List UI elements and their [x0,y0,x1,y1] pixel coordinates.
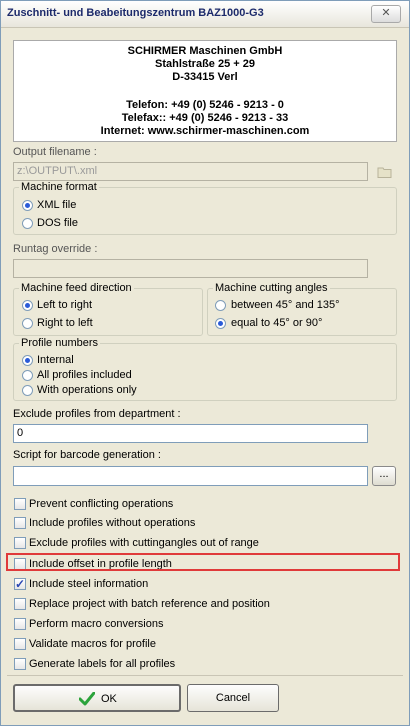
company-fax: Telefax:: +49 (0) 5246 - 9213 - 33 [121,112,289,124]
checkbox-exclude-cuttingangles[interactable] [14,537,26,549]
company-phone: Telefon: +49 (0) 5246 - 9213 - 0 [126,99,284,111]
include-steel-label: Include steel information [29,578,149,590]
output-filename-input[interactable]: z:\OUTPUT\.xml [13,162,368,181]
title-bar: Zuschnitt- und Beabeitungszentrum BAZ100… [1,1,409,28]
equal-45-90-label: equal to 45° or 90° [231,317,323,329]
checkbox-validate-macros[interactable] [14,638,26,650]
output-filename-label: Output filename : [13,146,97,158]
radio-dos-file[interactable] [22,218,33,229]
radio-with-operations[interactable] [22,385,33,396]
company-street: Stahlstraße 25 + 29 [155,58,255,70]
window-title: Zuschnitt- und Beabeitungszentrum BAZ100… [7,7,264,19]
with-operations-label: With operations only [37,384,137,396]
prevent-conflicting-label: Prevent conflicting operations [29,498,174,510]
right-to-left-label: Right to left [37,317,93,329]
company-info-panel: SCHIRMER Maschinen GmbH Stahlstraße 25 +… [13,40,397,142]
checkbox-prevent-conflicting[interactable] [14,498,26,510]
radio-internal[interactable] [22,355,33,366]
exclude-cuttingangles-label: Exclude profiles with cuttingangles out … [29,537,259,549]
checkbox-replace-project[interactable] [14,598,26,610]
dos-file-label: DOS file [37,217,78,229]
radio-equal-45-90[interactable] [215,318,226,329]
radio-right-to-left[interactable] [22,318,33,329]
radio-xml-file[interactable] [22,200,33,211]
checkbox-generate-labels[interactable] [14,658,26,670]
cutting-angles-legend: Machine cutting angles [215,282,328,294]
runtag-input[interactable] [13,259,368,278]
feed-direction-legend: Machine feed direction [21,282,132,294]
checkbox-include-steel[interactable]: ✓ [14,578,26,590]
checkbox-macro-conversions[interactable] [14,618,26,630]
checkmark-icon [79,692,95,706]
ok-label: OK [101,693,117,705]
replace-project-label: Replace project with batch reference and… [29,598,270,610]
divider [7,675,403,676]
all-profiles-label: All profiles included [37,369,132,381]
exclude-department-label: Exclude profiles from department : [13,408,181,420]
cancel-button[interactable]: Cancel [187,684,279,712]
barcode-script-input[interactable] [13,466,368,486]
macro-conversions-label: Perform macro conversions [29,618,164,630]
xml-file-label: XML file [37,199,77,211]
profile-numbers-legend: Profile numbers [21,337,99,349]
runtag-label: Runtag override : [13,243,98,255]
ok-button[interactable]: OK [13,684,181,712]
internal-label: Internal [37,354,74,366]
machine-format-legend: Machine format [21,181,97,193]
radio-between-45-135[interactable] [215,300,226,311]
barcode-script-label: Script for barcode generation : [13,449,161,461]
highlight-box [6,553,400,571]
radio-all-profiles[interactable] [22,370,33,381]
left-to-right-label: Left to right [37,299,93,311]
company-city: D-33415 Verl [172,71,238,83]
close-button[interactable]: ✕ [371,5,401,23]
exclude-department-input[interactable]: 0 [13,424,368,443]
validate-macros-label: Validate macros for profile [29,638,156,650]
checkbox-include-without-operations[interactable] [14,517,26,529]
between-45-135-label: between 45° and 135° [231,299,340,311]
dialog-window: Zuschnitt- und Beabeitungszentrum BAZ100… [0,0,410,726]
folder-icon[interactable] [377,166,393,178]
radio-left-to-right[interactable] [22,300,33,311]
company-name: SCHIRMER Maschinen GmbH [127,45,283,57]
include-without-operations-label: Include profiles without operations [29,517,196,529]
company-internet: Internet: www.schirmer-maschinen.com [100,125,310,137]
browse-button[interactable]: ... [372,466,396,486]
generate-labels-label: Generate labels for all profiles [29,658,176,670]
